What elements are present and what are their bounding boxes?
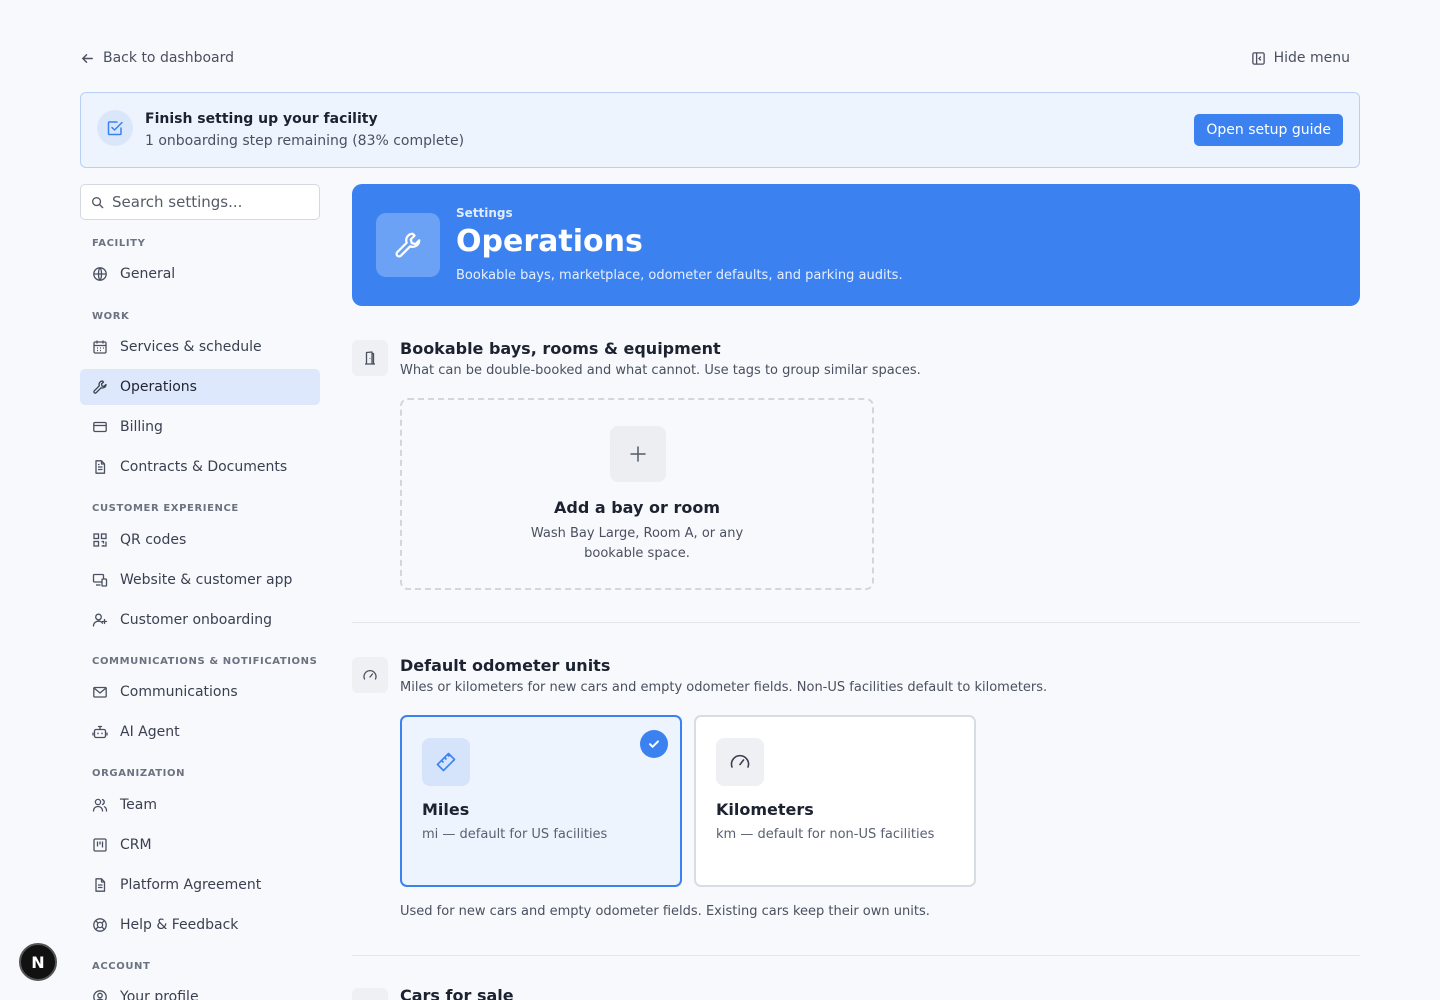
breadcrumb: Settings	[456, 206, 513, 220]
sidebar-item-label: Platform Agreement	[120, 877, 262, 893]
panel-left-icon	[1251, 51, 1265, 65]
section-communications: COMMUNICATIONS & NOTIFICATIONS	[92, 656, 318, 667]
sidebar-item-label: Team	[120, 797, 158, 813]
section-title-cars: Cars for sale	[400, 986, 514, 1000]
arrow-left-icon	[81, 53, 93, 63]
checklist-icon	[97, 110, 133, 146]
sidebar-item-help[interactable]: Help & Feedback	[80, 907, 320, 943]
section-account: ACCOUNT	[92, 961, 151, 972]
section-title-bays: Bookable bays, rooms & equipment	[400, 339, 721, 358]
sidebar-item-website[interactable]: Website & customer app	[80, 562, 320, 598]
globe-icon	[93, 267, 107, 281]
sidebar-item-label: CRM	[120, 837, 152, 853]
user-circle-icon	[93, 990, 107, 1000]
sidebar-item-label: Billing	[120, 419, 163, 435]
sidebar-item-label: QR codes	[120, 532, 187, 548]
open-setup-guide-button[interactable]: Open setup guide	[1194, 114, 1343, 146]
sidebar-item-ai-agent[interactable]: AI Agent	[80, 714, 320, 750]
add-bay-card[interactable]: Add a bay or room Wash Bay Large, Room A…	[400, 398, 874, 590]
section-subtitle-odometer: Miles or kilometers for new cars and emp…	[400, 680, 1048, 695]
sidebar-item-label: AI Agent	[120, 724, 180, 740]
unit-title: Miles	[422, 800, 470, 819]
unit-option-kilometers[interactable]: Kilometers km — default for non-US facil…	[694, 715, 976, 887]
sidebar-item-general[interactable]: General	[80, 256, 320, 292]
door-icon	[352, 340, 388, 376]
bot-icon	[92, 725, 108, 739]
hide-menu-button[interactable]: Hide menu	[1251, 50, 1350, 66]
sidebar-item-crm[interactable]: CRM	[80, 827, 320, 863]
hide-menu-label: Hide menu	[1273, 50, 1350, 66]
sidebar-item-operations[interactable]: Operations	[80, 369, 320, 405]
section-work: WORK	[92, 311, 130, 322]
kanban-icon	[93, 838, 107, 852]
odometer-note: Used for new cars and empty odometer fie…	[400, 904, 930, 919]
app-badge-button[interactable]: N	[19, 943, 57, 981]
file-text-icon	[95, 878, 106, 892]
sidebar-item-platform-agreement[interactable]: Platform Agreement	[80, 867, 320, 903]
back-label: Back to dashboard	[103, 50, 235, 66]
sidebar-item-label: Communications	[120, 684, 238, 700]
sidebar-item-team[interactable]: Team	[80, 787, 320, 823]
sidebar-item-customer-onboarding[interactable]: Customer onboarding	[80, 602, 320, 638]
sidebar-item-label: Your profile	[120, 989, 199, 1000]
sidebar-item-label: Customer onboarding	[120, 612, 272, 628]
users-icon	[92, 798, 108, 812]
unit-title: Kilometers	[716, 800, 814, 819]
user-plus-icon	[92, 613, 108, 627]
gauge-icon	[716, 738, 764, 786]
page-subtitle: Bookable bays, marketplace, odometer def…	[456, 268, 903, 283]
devices-icon	[92, 573, 108, 587]
sidebar-item-label: Contracts & Documents	[120, 459, 288, 475]
check-icon	[640, 730, 668, 758]
add-bay-subtitle: Wash Bay Large, Room A, or any bookable …	[530, 526, 744, 561]
unit-subtitle: km — default for non-US facilities	[716, 827, 935, 842]
sidebar-item-billing[interactable]: Billing	[80, 409, 320, 445]
sidebar-item-profile[interactable]: Your profile	[80, 979, 320, 1000]
section-divider	[352, 955, 1360, 956]
gauge-icon	[352, 657, 388, 693]
sidebar-item-label: Help & Feedback	[120, 917, 239, 933]
sidebar-item-label: General	[120, 266, 176, 282]
plus-icon	[610, 426, 666, 482]
add-bay-title: Add a bay or room	[554, 498, 720, 517]
sidebar-item-label: Operations	[120, 379, 197, 395]
section-title-odometer: Default odometer units	[400, 656, 611, 675]
search-settings[interactable]	[80, 184, 320, 220]
top-bar: Back to dashboard Hide menu	[80, 48, 1350, 68]
sidebar-item-contracts[interactable]: Contracts & Documents	[80, 449, 320, 485]
section-organization: ORGANIZATION	[92, 768, 186, 779]
page-title: Operations	[456, 224, 643, 259]
section-customer-experience: CUSTOMER EXPERIENCE	[92, 503, 239, 514]
banner-title: Finish setting up your facility	[145, 111, 378, 127]
sidebar-item-label: Services & schedule	[120, 339, 262, 355]
section-divider	[352, 622, 1360, 623]
back-to-dashboard-link[interactable]: Back to dashboard	[80, 50, 234, 66]
sidebar-item-label: Website & customer app	[120, 572, 293, 588]
wrench-icon	[376, 213, 440, 277]
car-icon	[352, 988, 388, 1000]
mail-icon	[93, 686, 107, 698]
ruler-icon	[422, 738, 470, 786]
sidebar-item-services[interactable]: Services & schedule	[80, 329, 320, 365]
qr-code-icon	[93, 533, 107, 547]
sidebar-item-communications[interactable]: Communications	[80, 674, 320, 710]
unit-option-miles[interactable]: Miles mi — default for US facilities	[400, 715, 682, 887]
setup-banner: Finish setting up your facility 1 onboar…	[80, 92, 1360, 168]
credit-card-icon	[93, 421, 107, 433]
search-input[interactable]	[112, 193, 302, 211]
banner-subtitle: 1 onboarding step remaining (83% complet…	[145, 133, 465, 149]
section-facility: FACILITY	[92, 238, 146, 249]
life-buoy-icon	[93, 918, 107, 932]
sidebar-item-qr-codes[interactable]: QR codes	[80, 522, 320, 558]
wrench-icon	[93, 380, 107, 394]
search-icon	[91, 196, 104, 208]
section-subtitle-bays: What can be double-booked and what canno…	[400, 363, 921, 378]
unit-subtitle: mi — default for US facilities	[422, 827, 608, 842]
settings-sidebar: FACILITY General WORK Services & schedul…	[80, 184, 320, 1000]
calendar-icon	[93, 340, 107, 354]
document-icon	[95, 460, 106, 474]
page-header: Settings Operations Bookable bays, marke…	[352, 184, 1360, 306]
